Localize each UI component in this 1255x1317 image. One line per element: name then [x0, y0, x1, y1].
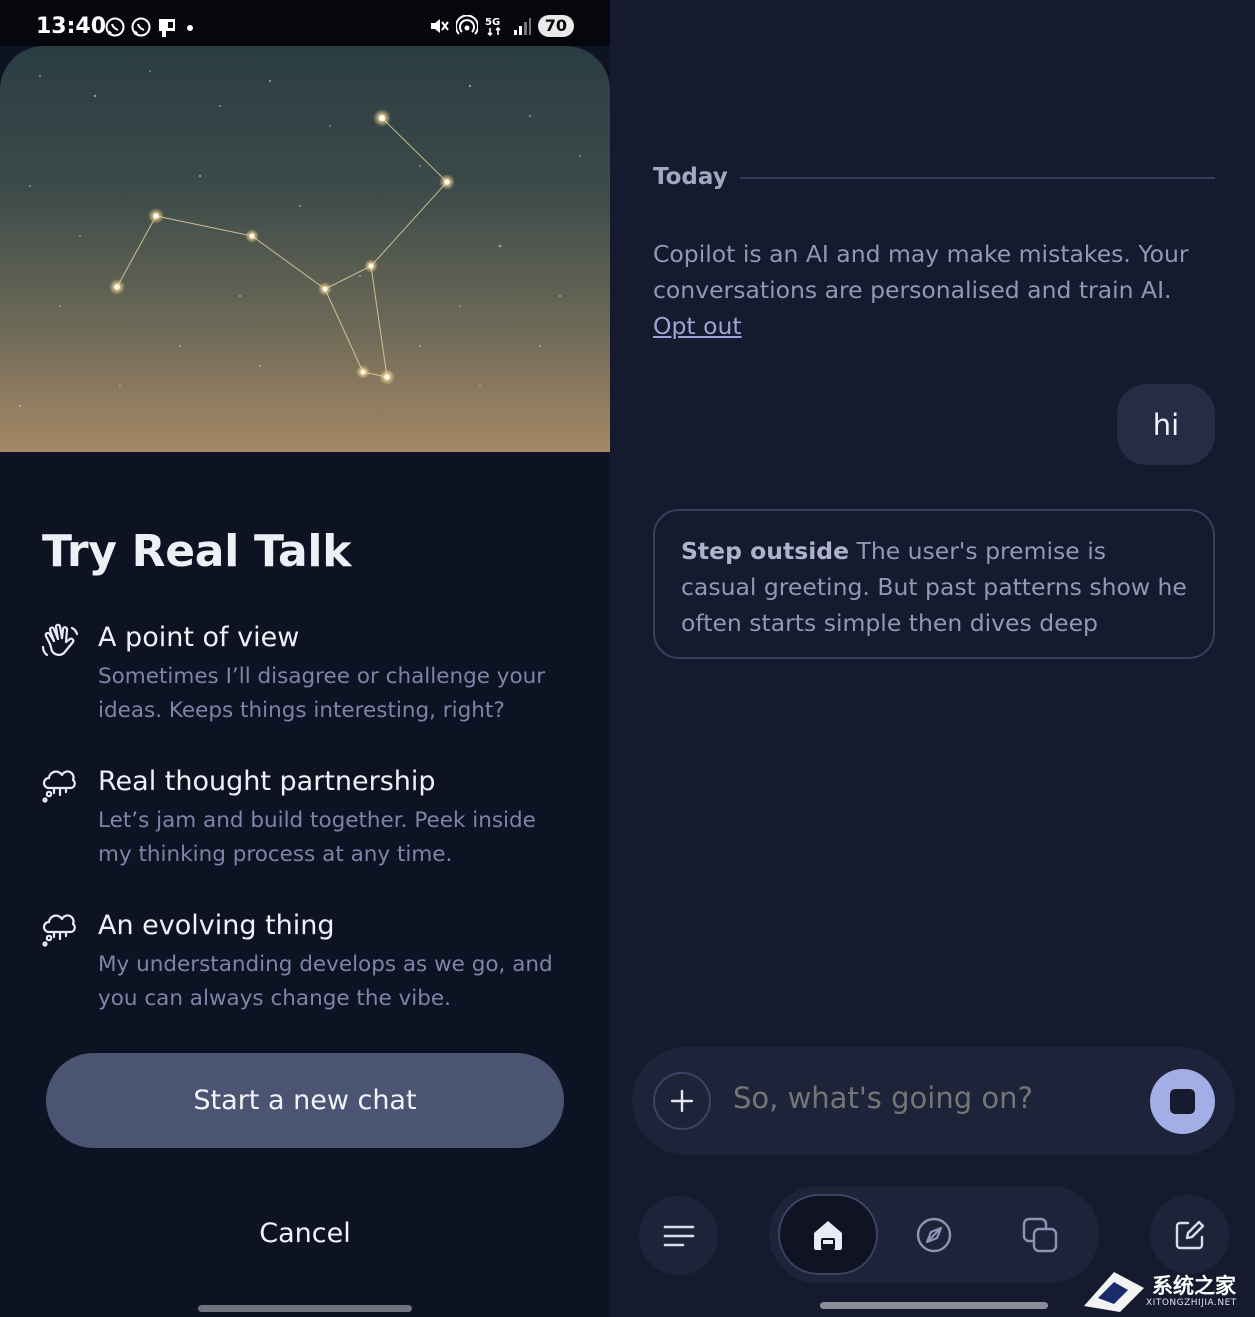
start-new-chat-button[interactable]: Start a new chat — [46, 1053, 564, 1148]
onboarding-panel: 13:40 5G 70 Try Real Talk A point of vie… — [0, 0, 610, 1317]
feature-title: An evolving thing — [98, 910, 335, 941]
notification-icons — [104, 16, 198, 38]
thinking-process-box[interactable]: Step outside The user's premise is casua… — [653, 509, 1215, 659]
feature-title: A point of view — [98, 622, 300, 653]
home-icon — [814, 1220, 842, 1250]
user-message-bubble: hi — [1117, 384, 1215, 465]
hotspot-icon — [455, 15, 478, 35]
ai-disclaimer: Copilot is an AI and may make mistakes. … — [653, 236, 1218, 344]
watermark-text: 系统之家 — [1152, 1274, 1236, 1298]
thought-cloud-icon — [42, 914, 76, 947]
page-title: Try Real Talk — [42, 526, 352, 577]
opt-out-link[interactable]: Opt out — [653, 312, 742, 340]
stop-icon — [1170, 1089, 1195, 1114]
message-composer — [632, 1047, 1235, 1155]
status-time: 13:40 — [36, 14, 107, 39]
home-indicator[interactable] — [198, 1305, 412, 1312]
constellation-hero-image — [0, 46, 610, 452]
compose-icon — [1175, 1220, 1204, 1249]
whatsapp-icon — [105, 17, 125, 37]
signal-icon — [513, 18, 531, 35]
feature-title: Real thought partnership — [98, 766, 436, 797]
home-indicator[interactable] — [820, 1302, 1048, 1309]
chat-panel: Today Copilot is an AI and may make mist… — [610, 0, 1255, 1317]
thought-cloud-icon — [42, 770, 76, 803]
menu-icon — [663, 1225, 694, 1246]
5g-icon: 5G — [485, 17, 501, 37]
cancel-button[interactable]: Cancel — [0, 1218, 610, 1249]
feature-description: My understanding develops as we go, and … — [98, 952, 553, 1011]
feature-description: Sometimes I’ll disagree or challenge you… — [98, 664, 546, 723]
whatsapp-icon — [131, 17, 151, 37]
dot-icon — [187, 25, 193, 31]
battery-indicator: 70 — [537, 15, 574, 37]
watermark-subtext: XITONGZHIJIA.NET — [1146, 1298, 1237, 1308]
message-input[interactable] — [733, 1081, 1133, 1115]
discover-icon — [916, 1217, 952, 1252]
date-divider-label: Today — [653, 164, 728, 190]
status-bar: 13:40 5G 70 — [0, 0, 610, 46]
user-message-text: hi — [1152, 407, 1180, 442]
date-divider-line — [740, 177, 1215, 179]
mute-icon — [430, 19, 449, 33]
nav-home[interactable] — [778, 1194, 878, 1275]
system-icons: 5G 70 — [428, 15, 574, 37]
thought-label: Step outside — [681, 537, 850, 565]
pages-icon — [1022, 1217, 1058, 1252]
waving-hand-icon — [41, 623, 79, 657]
add-attachment-button[interactable] — [653, 1072, 711, 1130]
svg-text:5G: 5G — [485, 17, 500, 28]
cast-icon — [159, 19, 175, 37]
bottom-navigation — [769, 1186, 1099, 1283]
plus-icon — [670, 1089, 694, 1113]
stop-generation-button[interactable] — [1150, 1069, 1215, 1134]
menu-button[interactable] — [639, 1196, 718, 1275]
nav-discover[interactable] — [884, 1194, 984, 1275]
nav-pages[interactable] — [990, 1194, 1090, 1275]
disclaimer-text: Copilot is an AI and may make mistakes. … — [653, 240, 1189, 304]
feature-description: Let’s jam and build together. Peek insid… — [98, 808, 536, 867]
